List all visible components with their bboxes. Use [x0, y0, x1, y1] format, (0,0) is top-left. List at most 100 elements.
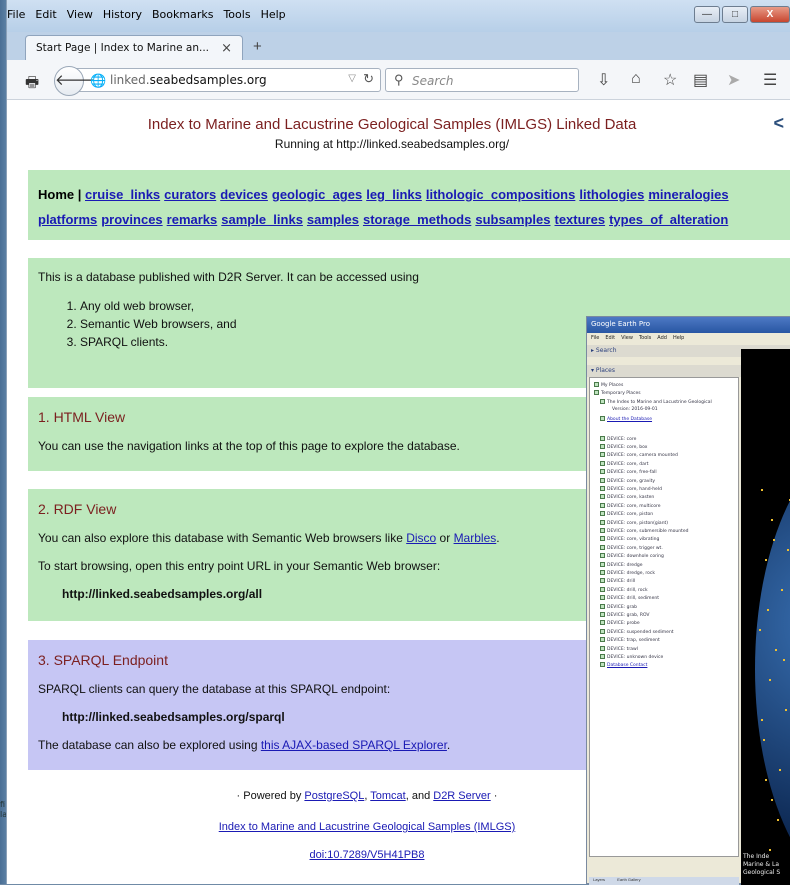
maximize-button[interactable]: □ — [722, 6, 748, 23]
nav-link-lithologies[interactable]: lithologies — [579, 187, 644, 202]
checkbox-icon[interactable] — [600, 654, 605, 659]
url-bar[interactable]: 🡐 🌐 linked.seabedsamples.org ▽ ↻ — [54, 66, 381, 96]
checkbox-icon[interactable] — [594, 382, 599, 387]
nav-link-leg-links[interactable]: leg_links — [366, 187, 422, 202]
ge-menu-item[interactable]: Add — [657, 335, 667, 343]
url-text[interactable]: linked.seabedsamples.org — [110, 73, 267, 87]
search-input[interactable]: ⚲ Search — [385, 68, 579, 92]
new-tab-icon[interactable]: + — [253, 38, 262, 55]
checkbox-icon[interactable] — [600, 561, 605, 567]
reload-icon[interactable]: ↻ — [363, 71, 374, 87]
checkbox-icon[interactable] — [600, 460, 605, 466]
ge-place-item[interactable]: DEVICE: drill, rock — [600, 586, 648, 593]
nav-link-curators[interactable]: curators — [164, 187, 216, 202]
ge-place-item[interactable]: DEVICE: dredge — [600, 561, 643, 568]
checkbox-icon[interactable] — [600, 477, 605, 483]
ge-place-item[interactable]: DEVICE: core, submersible mounted — [600, 528, 688, 534]
ge-place-item[interactable]: DEVICE: core, free-fall — [600, 469, 657, 475]
sparql-explorer-link[interactable]: this AJAX-based SPARQL Explorer — [261, 738, 447, 752]
ge-place-item[interactable]: DEVICE: unknown device — [600, 654, 663, 660]
ge-place-item[interactable]: DEVICE: trawl — [600, 645, 638, 652]
checkbox-icon[interactable] — [600, 620, 605, 626]
ge-place-item[interactable]: DEVICE: dredge, rock — [600, 570, 655, 576]
nav-link-geologic-ages[interactable]: geologic_ages — [272, 187, 362, 202]
ge-place-item[interactable]: Temporary Places — [594, 390, 641, 396]
ge-places-list[interactable]: My Places Temporary Places The Index to Ma… — [589, 377, 739, 857]
checkbox-icon[interactable] — [600, 603, 605, 609]
nav-link-sample-links[interactable]: sample_links — [221, 212, 303, 227]
checkbox-icon[interactable] — [600, 544, 605, 550]
ge-place-item[interactable]: The Index to Marine and Lacustrine Geolo… — [600, 398, 712, 405]
ge-place-item[interactable]: DEVICE: core, box — [600, 444, 647, 450]
checkbox-icon[interactable] — [600, 595, 605, 601]
ge-place-item[interactable]: DEVICE: probe — [600, 620, 640, 626]
nav-link-textures[interactable]: textures — [555, 212, 606, 227]
menu-help[interactable]: Help — [261, 8, 286, 24]
ge-place-item[interactable]: About the Database — [600, 415, 652, 422]
marbles-link[interactable]: Marbles — [454, 531, 497, 545]
checkbox-icon[interactable] — [600, 444, 605, 449]
nav-link-storage-methods[interactable]: storage_methods — [363, 212, 471, 227]
menu-icon[interactable]: ☰ — [763, 70, 777, 90]
ge-place-item[interactable]: DEVICE: core, vibrating — [600, 536, 659, 542]
ge-menu-item[interactable]: View — [621, 335, 633, 343]
ge-place-item[interactable]: DEVICE: core, piston(giant) — [600, 519, 668, 526]
print-icon[interactable]: 🖶 — [25, 72, 39, 97]
ge-place-item[interactable]: DEVICE: core, camera mounted — [600, 452, 678, 458]
ge-menu-item[interactable]: Help — [673, 335, 684, 343]
ge-place-item[interactable]: Version: 2016-09-01 — [612, 407, 658, 412]
tab-close-icon[interactable]: × — [221, 41, 232, 56]
minimize-button[interactable]: — — [694, 6, 720, 23]
send-icon[interactable]: ➤ — [727, 70, 740, 90]
download-icon[interactable]: ⇩ — [597, 70, 610, 90]
ge-place-item[interactable]: DEVICE: core, hand-held — [600, 486, 662, 492]
back-arrow-icon[interactable]: 🡐 — [54, 66, 95, 96]
tab-start-page[interactable]: Start Page | Index to Marine an... × — [25, 35, 243, 60]
nav-link-devices[interactable]: devices — [220, 187, 268, 202]
checkbox-icon[interactable] — [594, 390, 599, 396]
doi-link[interactable]: doi:10.7289/V5H41PB8 — [310, 849, 425, 861]
checkbox-icon[interactable] — [600, 435, 605, 441]
menu-view[interactable]: View — [67, 8, 93, 24]
share-icon[interactable]: < — [773, 113, 784, 134]
checkbox-icon[interactable] — [600, 519, 605, 525]
ge-place-item[interactable]: DEVICE: core, piston — [600, 511, 653, 517]
ge-place-item[interactable]: DEVICE: drill — [600, 578, 635, 584]
ge-place-item[interactable]: DEVICE: core, gravity — [600, 477, 655, 484]
reader-icon[interactable]: ▤ — [693, 70, 708, 90]
home-icon[interactable]: ⌂ — [631, 70, 641, 88]
tomcat-link[interactable]: Tomcat — [370, 790, 405, 802]
nav-link-remarks[interactable]: remarks — [167, 212, 218, 227]
postgresql-link[interactable]: PostgreSQL — [304, 790, 364, 802]
nav-link-platforms[interactable]: platforms — [38, 212, 97, 227]
ge-place-item[interactable]: DEVICE: core, kasten — [600, 494, 654, 500]
menu-file[interactable]: File — [7, 8, 25, 24]
checkbox-icon[interactable] — [600, 398, 605, 404]
checkbox-icon[interactable] — [600, 553, 605, 559]
checkbox-icon[interactable] — [600, 502, 605, 508]
checkbox-icon[interactable] — [600, 662, 605, 668]
disco-link[interactable]: Disco — [406, 531, 436, 545]
ge-place-item[interactable]: My Places — [594, 382, 623, 388]
ge-globe-view[interactable] — [741, 349, 790, 885]
checkbox-icon[interactable] — [600, 578, 605, 584]
checkbox-icon[interactable] — [600, 528, 605, 533]
menu-tools[interactable]: Tools — [223, 8, 250, 24]
ge-menu-item[interactable]: File — [591, 335, 599, 343]
checkbox-icon[interactable] — [600, 494, 605, 500]
menu-history[interactable]: History — [103, 8, 142, 24]
menu-edit[interactable]: Edit — [35, 8, 56, 24]
google-earth-window[interactable]: Google Earth Pro File Edit View Tools Ad… — [586, 316, 790, 885]
ge-menu-item[interactable]: Tools — [639, 335, 651, 343]
checkbox-icon[interactable] — [600, 511, 605, 517]
nav-link-mineralogies[interactable]: mineralogies — [648, 187, 728, 202]
nav-link-cruise-links[interactable]: cruise_links — [85, 187, 160, 202]
d2r-server-link[interactable]: D2R Server — [433, 790, 490, 802]
checkbox-icon[interactable] — [600, 570, 605, 575]
ge-place-item[interactable]: DEVICE: suspended sediment — [600, 628, 674, 635]
ge-menu-item[interactable]: Edit — [605, 335, 615, 343]
ge-place-item[interactable]: Database Contact — [600, 662, 647, 668]
ge-place-item[interactable]: DEVICE: core — [600, 435, 636, 442]
nav-link-subsamples[interactable]: subsamples — [475, 212, 550, 227]
nav-link-lithologic-compositions[interactable]: lithologic_compositions — [426, 187, 576, 202]
